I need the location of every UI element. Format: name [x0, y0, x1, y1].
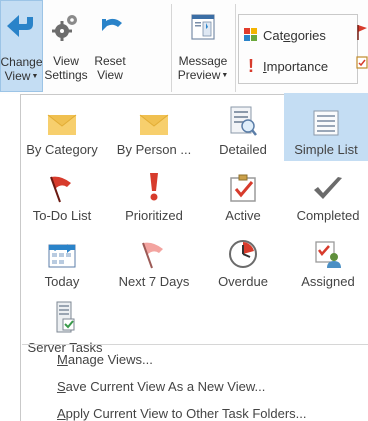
simple-list-icon [312, 93, 340, 137]
message-preview-label: Message Preview▼ [177, 54, 229, 82]
view-to-do-list[interactable]: To-Do List [22, 161, 102, 227]
envelope-icon [47, 95, 77, 137]
view-assigned[interactable]: Assigned [288, 227, 368, 293]
view-completed[interactable]: Completed [288, 161, 368, 227]
importance-label: Importance [263, 58, 329, 74]
change-view-arrow-icon [5, 1, 39, 55]
view-simple-list[interactable]: Simple List [284, 93, 368, 161]
change-view-button[interactable]: Change View▼ [0, 0, 43, 92]
view-detailed[interactable]: Detailed [203, 95, 283, 161]
assigned-person-icon [313, 227, 343, 269]
server-tasks-icon [54, 291, 76, 335]
categories-label: Categories [263, 27, 326, 43]
flag-icon [357, 24, 368, 43]
change-view-label: Change View▼ [0, 55, 43, 83]
importance-button[interactable]: ! Importance [244, 55, 328, 77]
ribbon-separator [235, 4, 236, 92]
view-server-tasks[interactable]: Server Tasks [22, 291, 108, 357]
view-overdue[interactable]: Overdue [203, 227, 283, 293]
manage-views-menu-item[interactable]: Manage Views... [57, 352, 153, 367]
checkmark-icon [312, 161, 344, 203]
save-current-view-menu-item[interactable]: Save Current View As a New View... [57, 379, 265, 394]
reset-arrow-icon [96, 0, 124, 54]
view-prioritized[interactable]: Prioritized [112, 161, 196, 227]
checkbox-icon [228, 161, 258, 203]
view-today[interactable]: Today [22, 227, 102, 293]
view-settings-button[interactable]: View Settings [44, 0, 88, 92]
view-by-person[interactable]: By Person ... [112, 95, 196, 161]
message-preview-button[interactable]: Message Preview▼ [173, 0, 233, 92]
reminder-icon [356, 55, 368, 72]
red-flag-icon [47, 161, 77, 203]
reset-view-button[interactable]: Reset View [89, 0, 131, 92]
message-preview-icon [190, 0, 216, 54]
importance-icon: ! [248, 55, 254, 76]
view-by-category[interactable]: By Category [22, 95, 102, 161]
envelope-icon [139, 95, 169, 137]
exclamation-icon [146, 161, 162, 203]
reset-view-label: Reset View [94, 54, 126, 82]
calendar-arrow-icon [47, 227, 77, 269]
pink-flag-icon [139, 227, 169, 269]
ribbon-separator [171, 4, 172, 92]
detailed-list-icon [228, 95, 258, 137]
apply-current-view-menu-item[interactable]: Apply Current View to Other Task Folders… [57, 406, 307, 421]
view-next-7-days[interactable]: Next 7 Days [112, 227, 196, 293]
view-active[interactable]: Active [203, 161, 283, 227]
categories-button[interactable]: Categories [244, 24, 326, 46]
view-settings-label: View Settings [44, 54, 88, 82]
categories-icon [244, 28, 258, 42]
clock-icon [228, 227, 258, 269]
ribbon: Change View▼ View Settings Reset View Me… [0, 0, 368, 94]
gallery-separator [22, 344, 368, 345]
gears-icon [51, 0, 81, 54]
